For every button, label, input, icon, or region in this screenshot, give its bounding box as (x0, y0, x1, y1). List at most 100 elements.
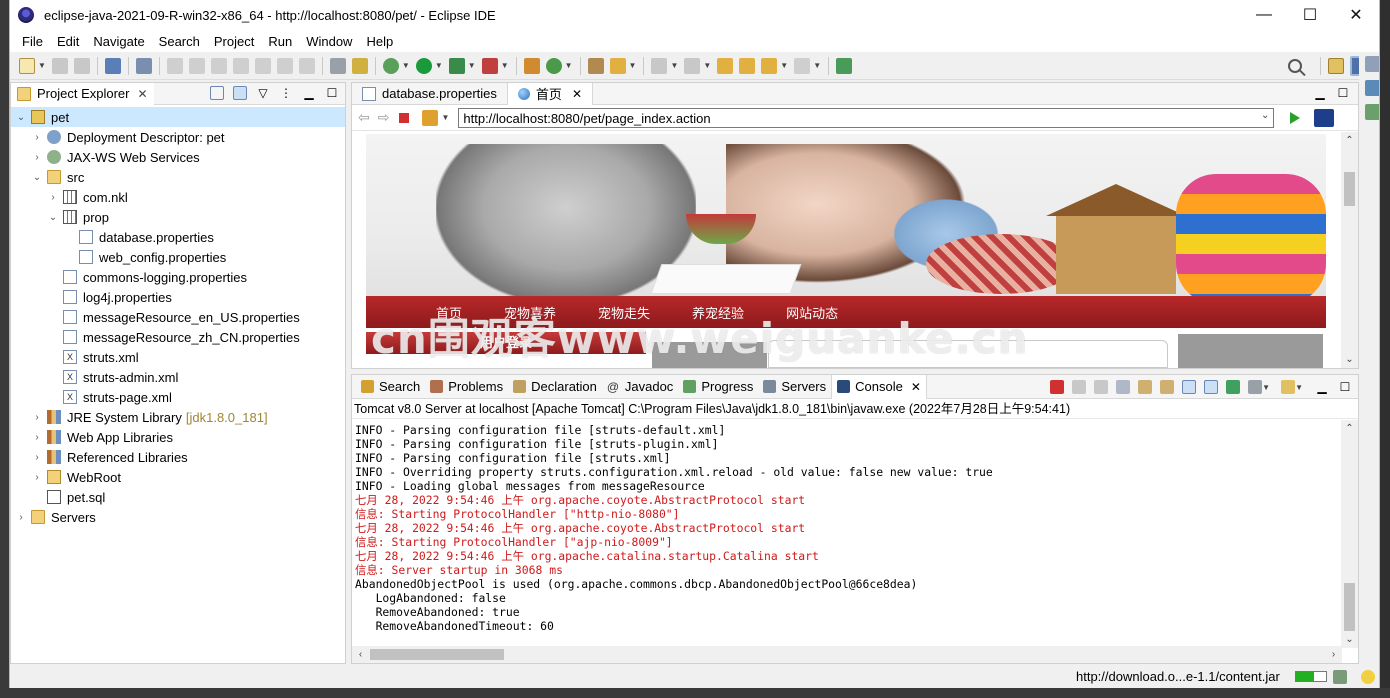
previous-annotation-dropdown-icon[interactable]: ▼ (703, 61, 711, 70)
tree-item-jax-ws[interactable]: › JAX-WS Web Services (11, 147, 345, 167)
clear-console-icon[interactable] (1116, 380, 1131, 394)
problems-trim-icon[interactable] (1365, 104, 1379, 120)
tree-item-referenced-libraries[interactable]: › Referenced Libraries (11, 447, 345, 467)
minimize-button[interactable]: — (1241, 0, 1287, 30)
tree-item-struts-xml[interactable]: Xstruts.xml (11, 347, 345, 367)
tree-item-jre-library[interactable]: › JRE System Library [jdk1.8.0_181] (11, 407, 345, 427)
open-console-icon[interactable] (1281, 380, 1296, 394)
external-tools-dropdown-icon[interactable]: ▼ (501, 61, 509, 70)
scroll-thumb[interactable] (1344, 583, 1355, 631)
collapsed-chevron-icon[interactable]: › (31, 472, 43, 483)
new-class-icon[interactable] (545, 57, 562, 74)
run-dropdown-icon[interactable]: ▼ (435, 61, 443, 70)
close-icon[interactable]: ✕ (572, 87, 582, 101)
collapsed-chevron-icon[interactable]: › (31, 152, 43, 163)
menu-search[interactable]: Search (152, 34, 207, 49)
new-java-project-icon[interactable] (523, 57, 540, 74)
run-icon[interactable] (415, 57, 432, 74)
minimize-icon[interactable]: ▁ (1313, 86, 1327, 100)
step-into-icon[interactable] (254, 57, 271, 74)
build-icon[interactable] (351, 57, 368, 74)
new-class-dropdown-icon[interactable]: ▼ (565, 61, 573, 70)
tree-item-deployment-descriptor[interactable]: › Deployment Descriptor: pet (11, 127, 345, 147)
debug-dropdown-icon[interactable]: ▼ (402, 61, 410, 70)
forward-arrow-icon[interactable]: ⇨ (378, 109, 390, 126)
forward-dropdown-icon[interactable]: ▼ (813, 61, 821, 70)
close-button[interactable]: ✕ (1333, 0, 1379, 30)
remove-all-terminated-icon[interactable] (1094, 380, 1109, 394)
open-type-icon[interactable] (587, 57, 604, 74)
maximize-icon[interactable]: ☐ (325, 86, 339, 100)
display-console-dropdown-icon[interactable]: ▼ (1262, 383, 1270, 392)
suspend-icon[interactable] (188, 57, 205, 74)
close-icon[interactable]: ✕ (137, 87, 147, 101)
menu-help[interactable]: Help (359, 34, 400, 49)
scroll-up-icon[interactable]: ⌃ (1341, 420, 1358, 437)
external-tools-icon[interactable] (481, 57, 498, 74)
collapsed-chevron-icon[interactable]: › (31, 132, 43, 143)
outline-icon[interactable] (1365, 56, 1379, 72)
console-scrollbar[interactable]: ⌃ ⌄ (1341, 420, 1358, 648)
tree-item-servers[interactable]: › Servers (11, 507, 345, 527)
nav-pet-experience[interactable]: 养宠经验 (692, 303, 744, 322)
expand-chevron-icon[interactable]: ⌄ (31, 172, 43, 183)
tab-javadoc[interactable]: @ Javadoc (602, 375, 678, 399)
tree-item-prop[interactable]: ⌄ prop (11, 207, 345, 227)
tree-item-pet-sql[interactable]: pet.sql (11, 487, 345, 507)
view-menu-icon[interactable]: ⋮ (279, 86, 293, 100)
page-scrollbar[interactable]: ⌃ ⌄ (1341, 132, 1358, 368)
refresh-icon[interactable] (422, 109, 439, 126)
nav-home[interactable]: 首页 (436, 303, 462, 322)
tree-item-webroot[interactable]: › WebRoot (11, 467, 345, 487)
maximize-icon[interactable]: ☐ (1338, 380, 1352, 394)
menu-file[interactable]: File (15, 34, 50, 49)
expand-chevron-icon[interactable]: ⌄ (47, 212, 59, 223)
console-output[interactable]: INFO - Parsing configuration file [strut… (352, 420, 1342, 648)
step-return-icon[interactable] (298, 57, 315, 74)
refresh-dropdown-icon[interactable]: ▼ (441, 113, 449, 122)
nav-pet-adoption[interactable]: 宠物喜养 (504, 303, 556, 322)
tab-database-properties[interactable]: database.properties (352, 83, 507, 105)
show-on-stderr-icon[interactable] (1204, 380, 1219, 394)
search-icon[interactable] (1288, 59, 1302, 73)
tree-item-com-nkl[interactable]: › com.nkl (11, 187, 345, 207)
link-with-editor-icon[interactable] (233, 86, 247, 100)
scroll-up-icon[interactable]: ⌃ (1341, 132, 1358, 149)
previous-annotation-icon[interactable] (684, 57, 701, 74)
scroll-down-icon[interactable]: ⌄ (1341, 351, 1358, 368)
skip-breakpoints-icon[interactable] (135, 57, 152, 74)
next-annotation-icon[interactable] (651, 57, 668, 74)
tree-item-message-zh-cn[interactable]: messageResource_zh_CN.properties (11, 327, 345, 347)
display-console-icon[interactable] (1248, 380, 1263, 394)
terminate-icon[interactable] (1050, 380, 1065, 394)
tab-problems[interactable]: Problems (425, 375, 508, 399)
open-external-browser-icon[interactable] (1314, 108, 1335, 127)
pin-console-icon[interactable] (1226, 380, 1241, 394)
collapsed-chevron-icon[interactable]: › (31, 432, 43, 443)
collapsed-chevron-icon[interactable]: › (31, 412, 43, 423)
tree-item-src[interactable]: ⌄ src (11, 167, 345, 187)
open-task-dropdown-icon[interactable]: ▼ (629, 61, 637, 70)
menu-edit[interactable]: Edit (50, 34, 86, 49)
tab-declaration[interactable]: Declaration (508, 375, 602, 399)
use-step-filters-icon[interactable] (329, 57, 346, 74)
remove-launch-icon[interactable] (1072, 380, 1087, 394)
project-explorer-tab[interactable]: Project Explorer ✕ (11, 82, 154, 105)
back-icon[interactable] (761, 57, 778, 74)
back-dropdown-icon[interactable]: ▼ (780, 61, 788, 70)
forward-edit-icon[interactable] (739, 57, 756, 74)
filter-icon[interactable]: ▽ (256, 86, 270, 100)
maximize-button[interactable]: ☐ (1287, 0, 1333, 30)
coverage-icon[interactable] (448, 57, 465, 74)
back-arrow-icon[interactable]: ⇦ (358, 109, 370, 126)
open-console-icon[interactable] (104, 57, 121, 74)
url-input[interactable]: http://localhost:8080/pet/page_index.act… (458, 107, 1275, 128)
step-over-icon[interactable] (276, 57, 293, 74)
tree-item-struts-page-xml[interactable]: Xstruts-page.xml (11, 387, 345, 407)
collapsed-chevron-icon[interactable]: › (31, 452, 43, 463)
save-icon[interactable] (51, 57, 68, 74)
chevron-down-icon[interactable]: ⌄ (1261, 110, 1269, 121)
expand-chevron-icon[interactable]: ⌄ (15, 112, 27, 123)
tree-item-struts-admin-xml[interactable]: Xstruts-admin.xml (11, 367, 345, 387)
last-edit-location-icon[interactable] (717, 57, 734, 74)
